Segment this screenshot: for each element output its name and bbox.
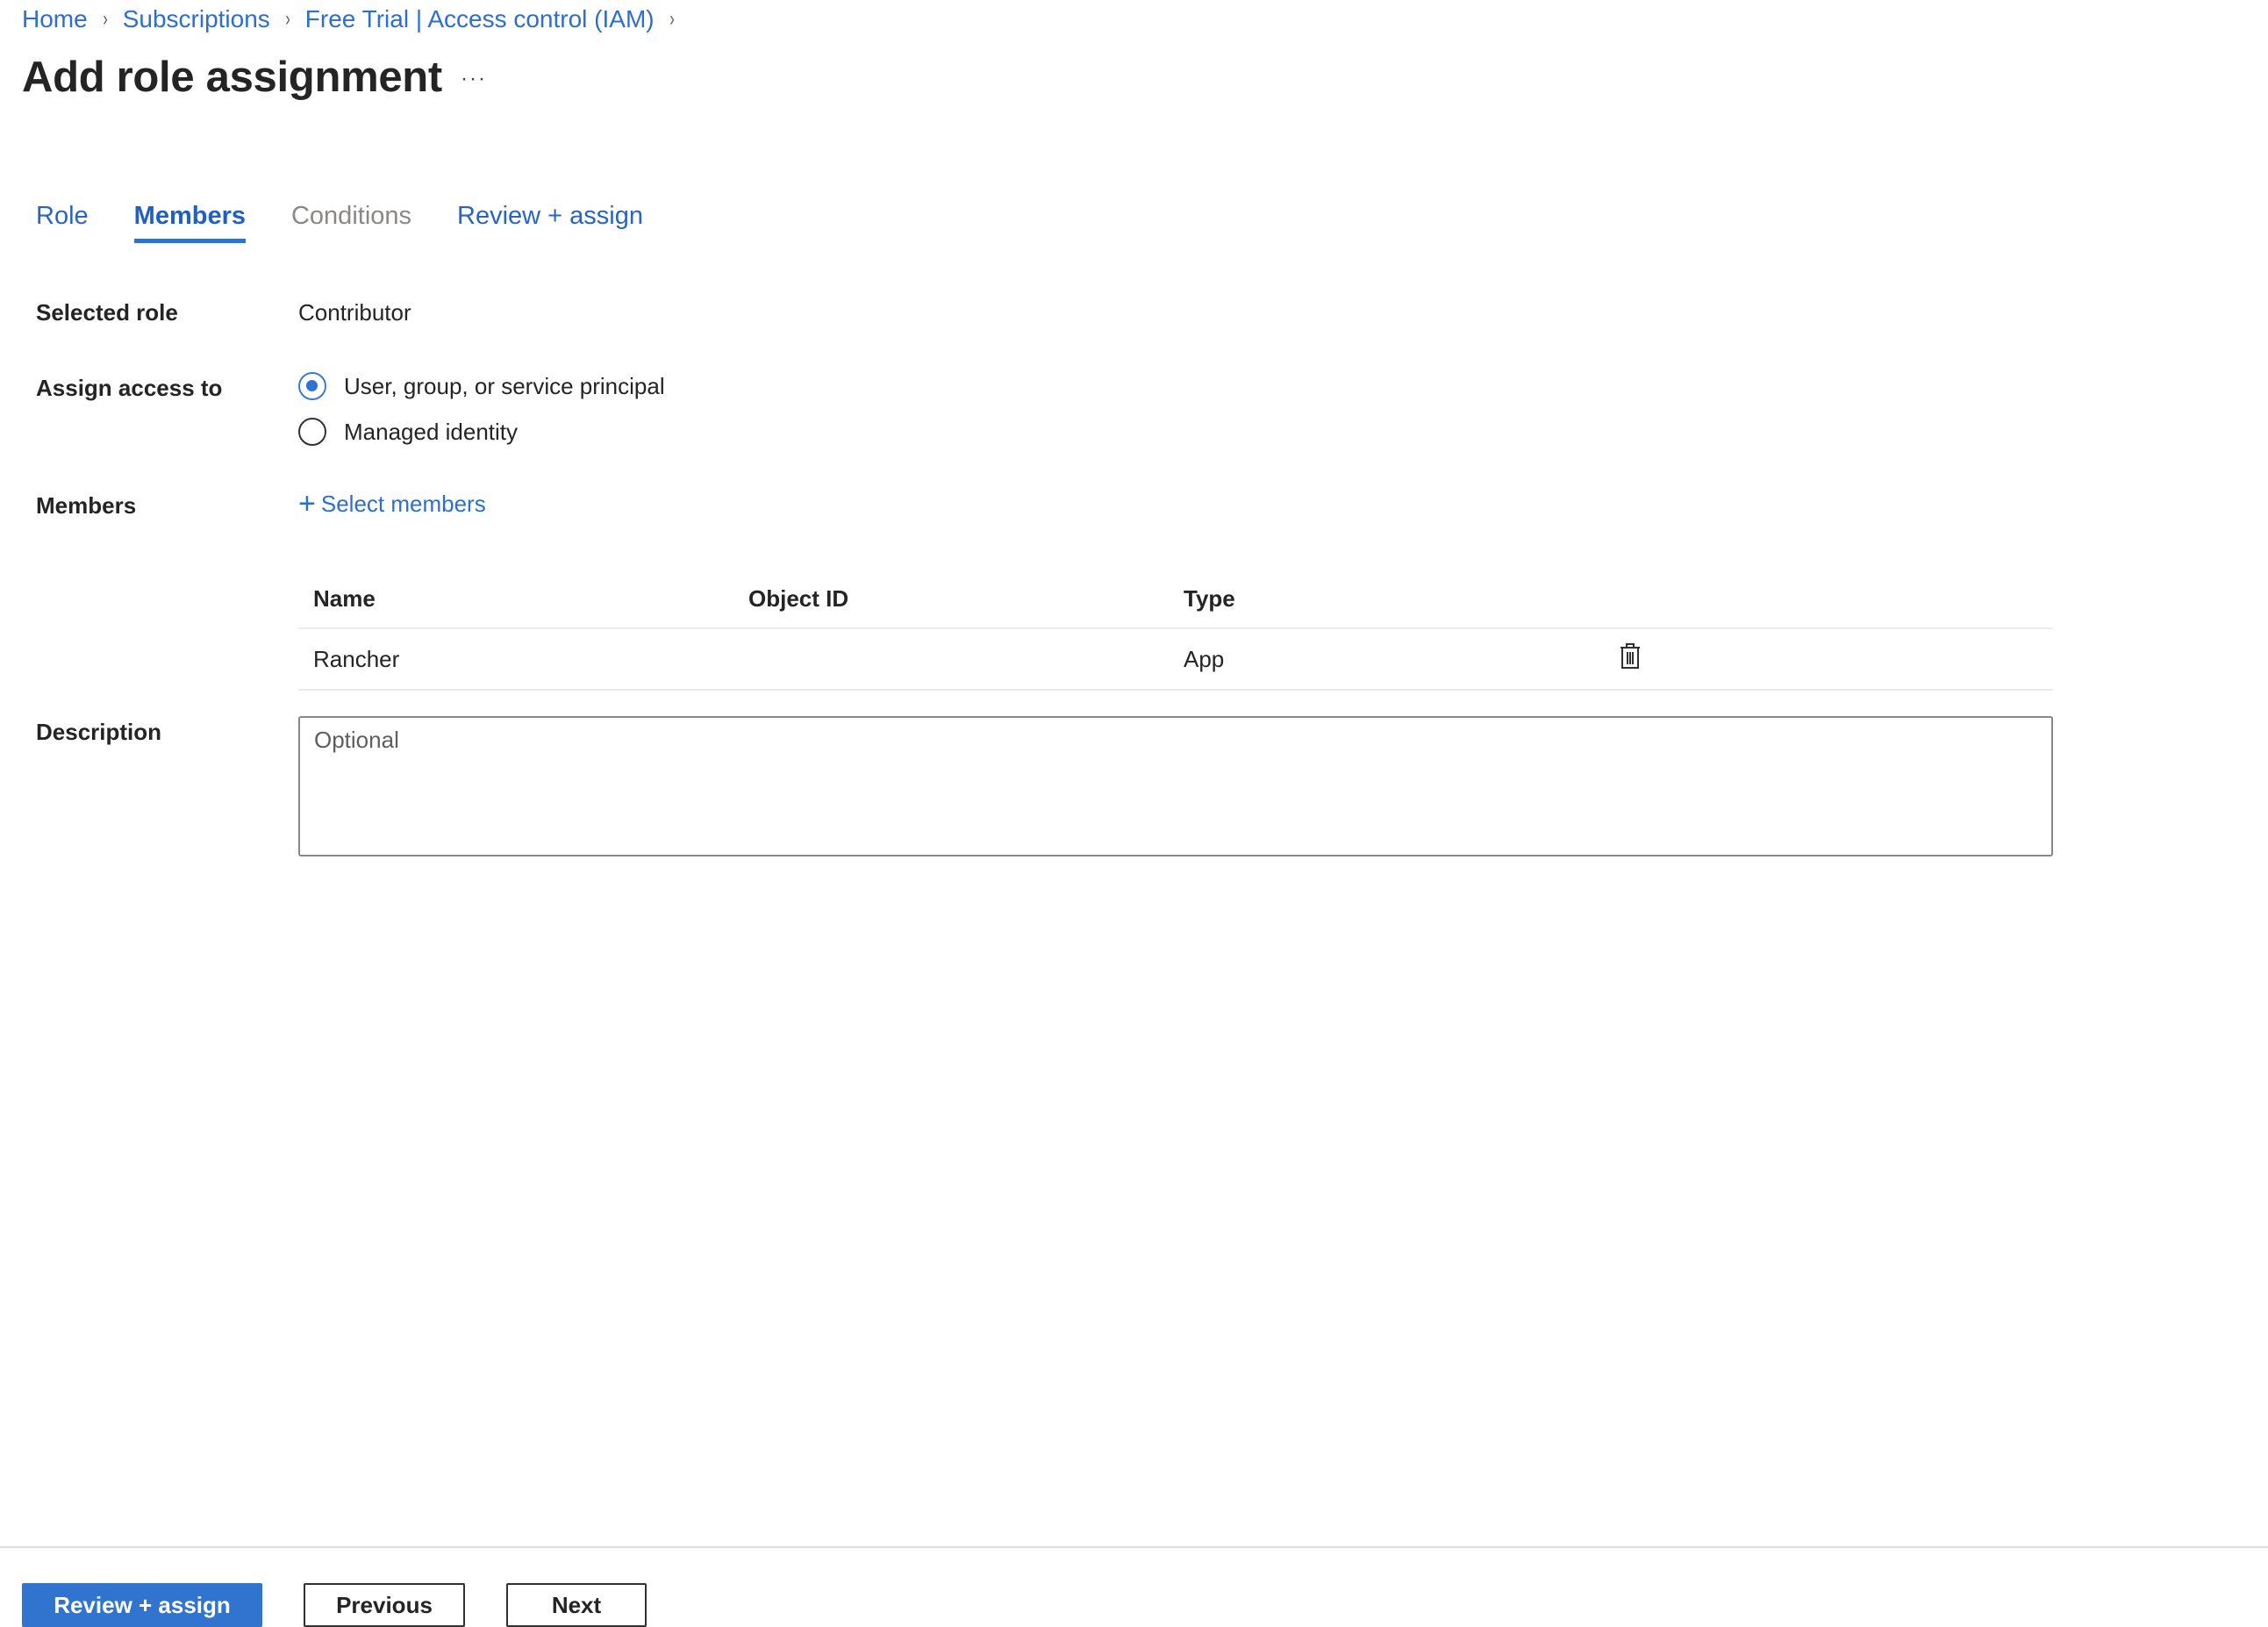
radio-label: Managed identity bbox=[344, 418, 519, 445]
wizard-tabs: Role Members Conditions Review + assign bbox=[36, 202, 689, 243]
select-members-link[interactable]: + Select members bbox=[298, 489, 486, 519]
more-options-button[interactable]: ··· bbox=[459, 61, 489, 97]
previous-button[interactable]: Previous bbox=[304, 1583, 465, 1627]
select-members-label: Select members bbox=[320, 490, 486, 517]
description-textarea[interactable] bbox=[298, 716, 2053, 857]
radio-checked-icon[interactable] bbox=[298, 372, 326, 400]
page-title: Add role assignment bbox=[22, 54, 442, 101]
column-header-object-id: Object ID bbox=[748, 585, 849, 612]
selected-role-label: Selected role bbox=[36, 299, 178, 326]
tab-role[interactable]: Role bbox=[36, 202, 89, 243]
next-button[interactable]: Next bbox=[506, 1583, 647, 1627]
radio-label: User, group, or service principal bbox=[344, 372, 665, 399]
review-assign-button[interactable]: Review + assign bbox=[22, 1583, 262, 1627]
breadcrumb-home[interactable]: Home bbox=[22, 5, 88, 33]
tab-conditions: Conditions bbox=[290, 202, 412, 230]
chevron-right-icon: › bbox=[102, 7, 108, 31]
tab-review-assign[interactable]: Review + assign bbox=[457, 202, 643, 243]
column-header-type: Type bbox=[1184, 585, 1235, 612]
chevron-right-icon: › bbox=[669, 7, 675, 31]
chevron-right-icon: › bbox=[284, 7, 290, 31]
members-table: Name Object ID Type Rancher App bbox=[298, 570, 2053, 691]
plus-icon: + bbox=[298, 487, 316, 520]
table-header: Name Object ID Type bbox=[298, 570, 2053, 629]
tab-members[interactable]: Members bbox=[133, 202, 247, 243]
breadcrumb-access-control[interactable]: Free Trial | Access control (IAM) bbox=[305, 5, 655, 33]
trash-icon bbox=[1621, 642, 1640, 669]
assign-access-label: Assign access to bbox=[36, 375, 223, 401]
breadcrumb-subscriptions[interactable]: Subscriptions bbox=[123, 5, 270, 33]
radio-unchecked-icon[interactable] bbox=[298, 418, 326, 446]
description-label: Description bbox=[36, 719, 162, 745]
table-row: Rancher App bbox=[298, 629, 2053, 691]
footer-divider bbox=[0, 1546, 2268, 1548]
members-label: Members bbox=[36, 492, 137, 519]
breadcrumb: Home › Subscriptions › Free Trial | Acce… bbox=[22, 5, 690, 33]
member-name: Rancher bbox=[313, 645, 400, 672]
radio-managed-identity[interactable]: Managed identity bbox=[298, 418, 518, 446]
selected-role-value: Contributor bbox=[298, 299, 411, 326]
column-header-name: Name bbox=[313, 585, 376, 612]
remove-member-button[interactable] bbox=[1619, 642, 1642, 677]
radio-user-group-sp[interactable]: User, group, or service principal bbox=[298, 372, 665, 400]
member-type: App bbox=[1184, 645, 1225, 672]
ellipsis-icon: ··· bbox=[461, 67, 487, 90]
